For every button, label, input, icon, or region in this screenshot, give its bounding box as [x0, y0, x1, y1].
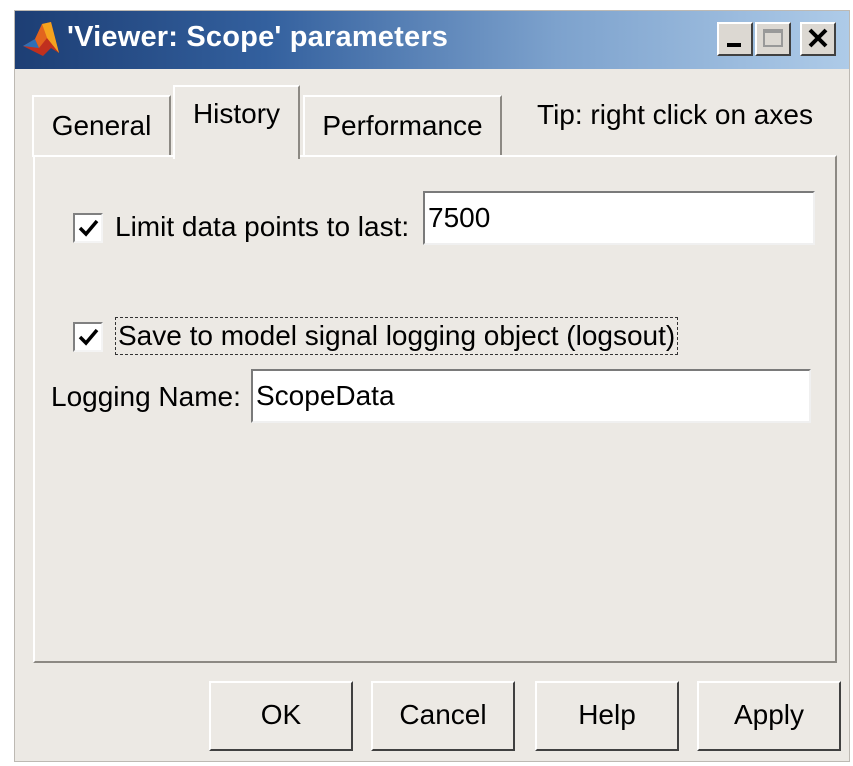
tab-performance[interactable]: Performance — [303, 95, 502, 157]
limit-data-points-checkbox[interactable] — [73, 213, 103, 243]
checkmark-icon — [78, 328, 99, 346]
apply-button[interactable]: Apply — [697, 681, 841, 751]
tab-history[interactable]: History — [173, 85, 300, 159]
limit-data-points-input[interactable]: 7500 — [423, 191, 815, 245]
limit-data-points-label[interactable]: Limit data points to last: — [115, 211, 409, 243]
logging-name-label: Logging Name: — [51, 381, 241, 412]
window-title: 'Viewer: Scope' parameters — [67, 21, 449, 53]
tab-general[interactable]: General — [32, 95, 171, 157]
tip-text: Tip: right click on axes — [537, 99, 813, 130]
save-to-logging-checkbox[interactable] — [73, 322, 103, 352]
close-icon — [808, 28, 828, 48]
ok-button[interactable]: OK — [209, 681, 353, 751]
cancel-button[interactable]: Cancel — [371, 681, 515, 751]
maximize-button[interactable] — [755, 22, 791, 56]
save-to-logging-label[interactable]: Save to model signal logging object (log… — [115, 317, 679, 355]
logging-name-input[interactable]: ScopeData — [251, 369, 811, 423]
help-button[interactable]: Help — [535, 681, 679, 751]
parameters-dialog: 'Viewer: Scope' parameters General Histo… — [14, 10, 850, 762]
close-button[interactable] — [800, 22, 836, 56]
minimize-button[interactable] — [717, 22, 753, 56]
maximize-icon — [763, 29, 783, 47]
history-panel: Limit data points to last: 7500 Save to … — [33, 155, 837, 663]
checkmark-icon — [78, 219, 99, 237]
matlab-logo-icon — [23, 22, 59, 56]
title-bar[interactable]: 'Viewer: Scope' parameters — [15, 11, 849, 69]
minimize-icon — [727, 43, 741, 47]
